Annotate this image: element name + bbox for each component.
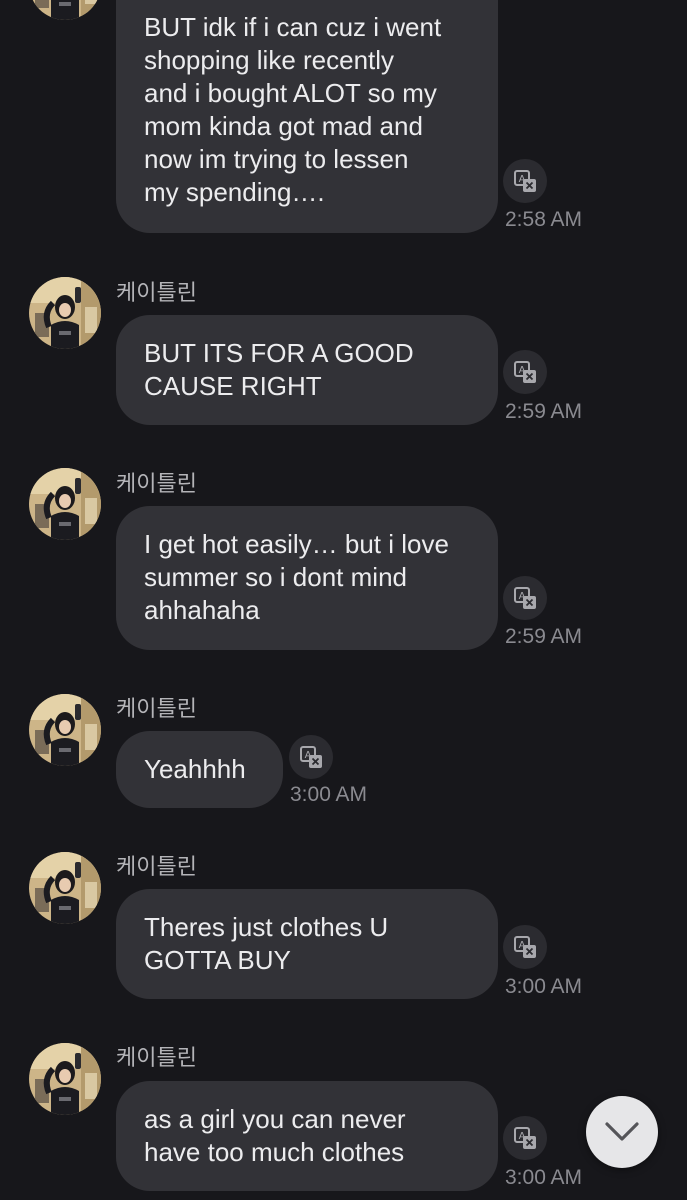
avatar[interactable] xyxy=(29,277,101,349)
sender-name: 케이틀린 xyxy=(116,855,197,880)
sender-name: 케이틀린 xyxy=(116,697,197,722)
message-timestamp: 3:00 AM xyxy=(290,783,368,806)
avatar[interactable] xyxy=(29,694,101,766)
message-bubble[interactable]: Yeahhhh xyxy=(116,731,283,808)
translate-icon xyxy=(514,361,537,384)
translate-button[interactable] xyxy=(503,350,547,394)
avatar[interactable] xyxy=(29,1043,101,1115)
translate-icon xyxy=(300,746,323,769)
message-timestamp: 3:00 AM xyxy=(505,975,583,998)
avatar[interactable] xyxy=(29,852,101,924)
message-bubble[interactable]: Theres just clothes U GOTTA BUY xyxy=(116,889,498,999)
message-timestamp: 2:58 AM xyxy=(505,208,583,231)
sender-name: 케이틀린 xyxy=(116,1046,197,1071)
avatar[interactable] xyxy=(29,0,101,20)
translate-button[interactable] xyxy=(503,576,547,620)
scroll-to-bottom-button[interactable] xyxy=(586,1096,658,1168)
translate-icon xyxy=(514,936,537,959)
message-timestamp: 3:00 AM xyxy=(505,1166,583,1189)
translate-icon xyxy=(514,170,537,193)
translate-button[interactable] xyxy=(503,159,547,203)
translate-button[interactable] xyxy=(503,925,547,969)
avatar[interactable] xyxy=(29,468,101,540)
sender-name: 케이틀린 xyxy=(116,281,197,306)
chat-screen: BUT idk if i can cuz i went shopping lik… xyxy=(0,0,687,1200)
message-bubble[interactable]: as a girl you can never have too much cl… xyxy=(116,1081,498,1191)
translate-icon xyxy=(514,1127,537,1150)
chevron-down-icon xyxy=(605,1122,639,1141)
message-bubble[interactable]: BUT idk if i can cuz i went shopping lik… xyxy=(116,0,498,233)
translate-icon xyxy=(514,587,537,610)
message-timestamp: 2:59 AM xyxy=(505,400,583,423)
message-bubble[interactable]: I get hot easily… but i love summer so i… xyxy=(116,506,498,650)
message-timestamp: 2:59 AM xyxy=(505,625,583,648)
sender-name: 케이틀린 xyxy=(116,472,197,497)
message-bubble[interactable]: BUT ITS FOR A GOOD CAUSE RIGHT xyxy=(116,315,498,425)
translate-button[interactable] xyxy=(289,735,333,779)
translate-button[interactable] xyxy=(503,1116,547,1160)
